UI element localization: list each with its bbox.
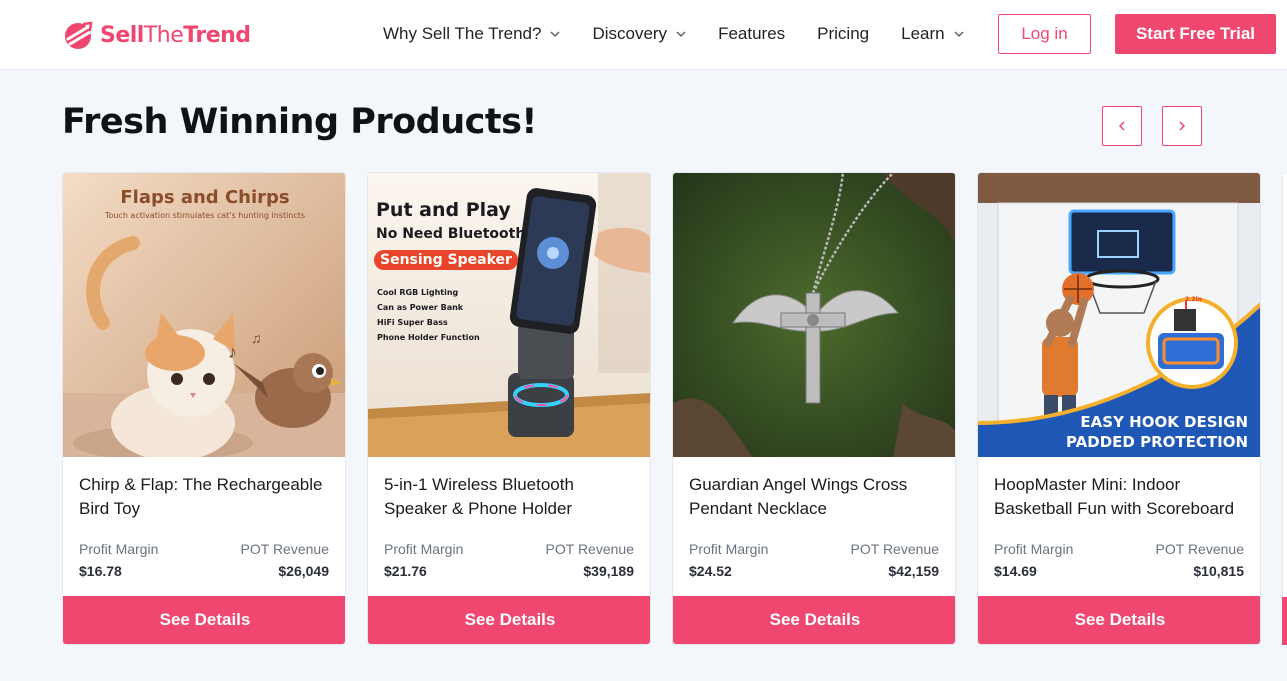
image-line2: No Need Bluetooth	[376, 226, 526, 242]
profit-margin-label: Profit Margin	[994, 541, 1074, 557]
angel-wings-necklace-image	[673, 173, 955, 457]
image-feature: HiFi Super Bass	[377, 318, 448, 327]
svg-text:♪: ♪	[228, 342, 237, 362]
carousel-prev-button[interactable]	[1102, 106, 1142, 146]
profit-margin-label: Profit Margin	[79, 541, 159, 557]
image-feature: Can as Power Bank	[377, 303, 464, 312]
next-card-button-peek	[1282, 597, 1287, 645]
pot-revenue-label: POT Revenue	[1155, 541, 1244, 557]
image-feature-list: Cool RGB Lighting Can as Power Bank HiFi…	[377, 285, 480, 345]
login-button[interactable]: Log in	[998, 14, 1091, 54]
sell-the-trend-logo-icon	[65, 21, 93, 49]
product-card[interactable]: Put and Play No Need Bluetooth Sensing S…	[367, 172, 651, 645]
chevron-down-icon	[954, 29, 964, 39]
main-nav: Why Sell The Trend? Discovery Features P…	[383, 0, 996, 68]
chevron-down-icon	[676, 29, 686, 39]
pot-revenue-value: $26,049	[278, 563, 329, 579]
see-details-button[interactable]: See Details	[63, 596, 345, 644]
pot-revenue-value: $10,815	[1193, 563, 1244, 579]
profit-margin-label: Profit Margin	[384, 541, 464, 557]
nav-item-label: Discovery	[592, 24, 668, 43]
image-line1: Put and Play	[376, 199, 511, 221]
product-image[interactable]: ♪ ♫ Flaps and Chirps Touch activation st…	[63, 173, 345, 457]
product-image[interactable]: Put and Play No Need Bluetooth Sensing S…	[368, 173, 650, 457]
image-line1: EASY HOOK DESIGN	[1080, 413, 1248, 431]
pot-revenue-value: $42,159	[888, 563, 939, 579]
pot-revenue-label: POT Revenue	[240, 541, 329, 557]
profit-margin-value: $14.69	[994, 563, 1037, 579]
image-feature: Phone Holder Function	[377, 333, 480, 342]
image-badge: Sensing Speaker	[374, 250, 518, 270]
nav-item-why-sell-the-trend[interactable]: Why Sell The Trend?	[383, 24, 560, 44]
nav-item-learn[interactable]: Learn	[901, 24, 964, 44]
profit-margin-value: $21.76	[384, 563, 427, 579]
pot-revenue-label: POT Revenue	[545, 541, 634, 557]
see-details-button[interactable]: See Details	[673, 596, 955, 644]
profit-margin-value: $16.78	[79, 563, 122, 579]
section-title: Fresh Winning Products!	[62, 102, 537, 142]
carousel-next-button[interactable]	[1162, 106, 1202, 146]
profit-margin-value: $24.52	[689, 563, 732, 579]
image-subtext: Touch activation stimulates cat's huntin…	[104, 211, 306, 220]
image-tag: 2.2in	[1185, 296, 1202, 303]
product-image[interactable]	[673, 173, 955, 457]
nav-item-label: Learn	[901, 24, 945, 43]
pot-revenue-label: POT Revenue	[850, 541, 939, 557]
product-card[interactable]: Guardian Angel Wings Cross Pendant Neckl…	[672, 172, 956, 645]
nav-item-features[interactable]: Features	[718, 24, 785, 44]
product-card[interactable]: 2.2in EASY HOOK DESIGN PADDED PROTECTION…	[977, 172, 1261, 645]
logo-text: SellTheTrend	[100, 22, 251, 48]
next-product-card-peek	[1282, 172, 1287, 645]
product-title: HoopMaster Mini: Indoor Basketball Fun w…	[994, 475, 1235, 518]
nav-item-label: Pricing	[817, 24, 870, 43]
see-details-button[interactable]: See Details	[368, 596, 650, 644]
see-details-button[interactable]: See Details	[978, 596, 1260, 644]
chevron-left-icon	[1118, 121, 1125, 131]
chevron-right-icon	[1179, 121, 1186, 131]
logo[interactable]: SellTheTrend	[62, 17, 251, 53]
product-title: Chirp & Flap: The Rechargeable Bird Toy	[79, 475, 323, 518]
nav-item-discovery[interactable]: Discovery	[592, 24, 686, 44]
image-headline: Flaps and Chirps	[120, 187, 290, 208]
image-feature: Cool RGB Lighting	[377, 288, 459, 297]
product-card[interactable]: ♪ ♫ Flaps and Chirps Touch activation st…	[62, 172, 346, 645]
image-line2: PADDED PROTECTION	[1066, 433, 1248, 451]
nav-item-pricing[interactable]: Pricing	[817, 24, 869, 44]
profit-margin-label: Profit Margin	[689, 541, 769, 557]
nav-item-label: Features	[718, 24, 786, 43]
nav-item-label: Why Sell The Trend?	[383, 24, 542, 43]
product-title: 5-in-1 Wireless Bluetooth Speaker & Phon…	[384, 475, 574, 518]
product-title: Guardian Angel Wings Cross Pendant Neckl…	[689, 475, 908, 518]
chevron-down-icon	[550, 29, 560, 39]
site-header: SellTheTrend Why Sell The Trend? Discove…	[0, 0, 1287, 70]
svg-text:♫: ♫	[251, 330, 262, 346]
product-image[interactable]: 2.2in EASY HOOK DESIGN PADDED PROTECTION	[978, 173, 1260, 457]
start-free-trial-button[interactable]: Start Free Trial	[1115, 14, 1276, 54]
pot-revenue-value: $39,189	[583, 563, 634, 579]
